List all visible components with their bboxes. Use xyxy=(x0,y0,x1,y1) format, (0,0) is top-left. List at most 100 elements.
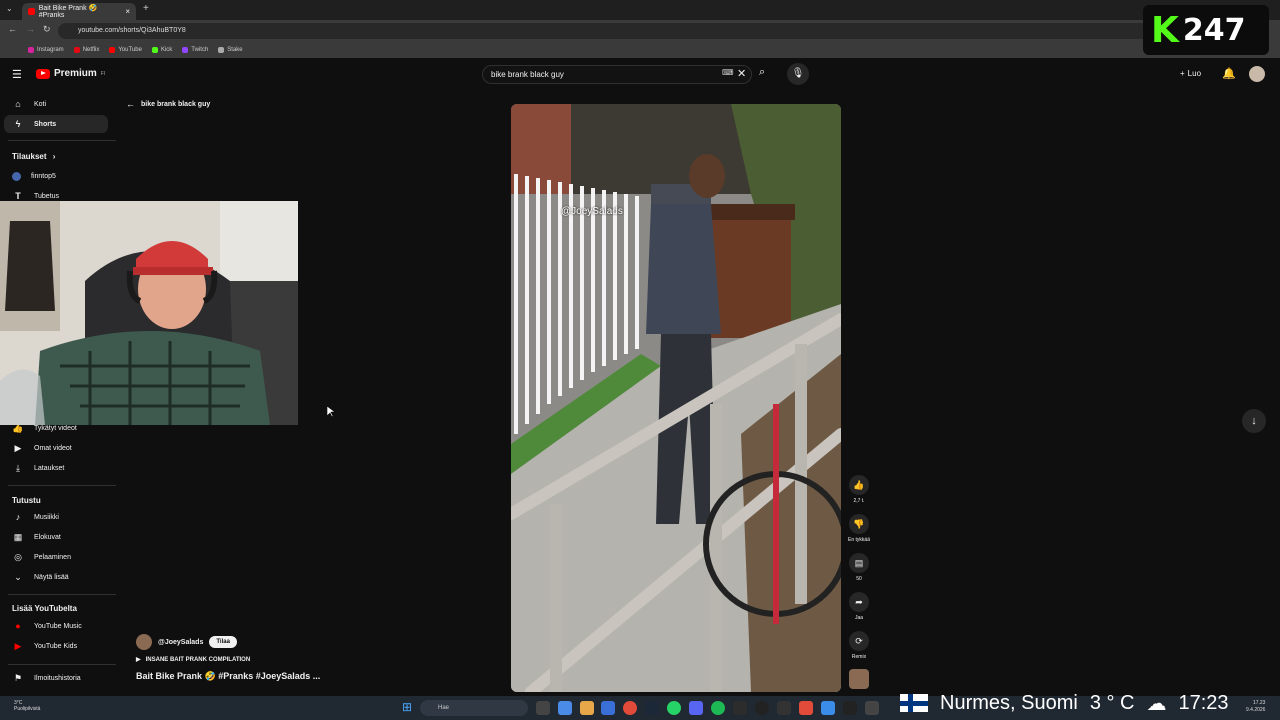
channel-avatar[interactable] xyxy=(136,634,152,650)
obs-icon[interactable] xyxy=(755,701,769,715)
search-input[interactable]: bike brank black guy xyxy=(482,65,752,84)
taskbar-search[interactable]: Hae xyxy=(420,700,528,716)
location-text: Nurmes, Suomi xyxy=(940,691,1078,714)
sidebar-item-show-more[interactable]: ⌄ Näytä lisää xyxy=(4,568,108,586)
app-icon-2[interactable] xyxy=(777,701,791,715)
microphone-icon[interactable]: 🎙 xyxy=(787,63,809,85)
youtube-favicon-icon xyxy=(28,8,35,15)
gamepad-icon: ◎ xyxy=(14,551,22,562)
video-watermark: @JoeySalads xyxy=(561,206,623,217)
sidebar-item-label: Tubetus xyxy=(34,192,60,200)
sidebar-item-your-videos[interactable]: ▶ Omat videot xyxy=(4,439,108,457)
share-button[interactable]: ➦ Jaa xyxy=(844,592,874,621)
sidebar-item-movies[interactable]: ▦ Elokuvat xyxy=(4,528,108,546)
clear-search-icon[interactable]: ✕ xyxy=(737,67,746,80)
bookmark-kick[interactable]: Kick xyxy=(151,47,172,53)
x-icon[interactable] xyxy=(843,701,857,715)
subscribe-button[interactable]: Tilaa xyxy=(209,636,237,648)
playlist-link[interactable]: ▶ INSANE BAIT PRANK COMPILATION xyxy=(136,656,251,664)
back-to-search-button[interactable]: ← bike brank black guy xyxy=(126,99,210,109)
arrow-down-icon: ↓ xyxy=(1251,415,1257,427)
video-title[interactable]: Bait Bike Prank 🤣 #Pranks #JoeySalads ..… xyxy=(136,671,320,682)
playlist-title: INSANE BAIT PRANK COMPILATION xyxy=(145,656,251,663)
create-button[interactable]: + Luo xyxy=(1180,69,1201,78)
video-icon: ▶ xyxy=(14,442,22,453)
sidebar-item-label: Omat videot xyxy=(34,444,72,452)
bookmark-label: Stake xyxy=(227,47,243,53)
sound-thumbnail[interactable] xyxy=(849,669,869,689)
sidebar-item-label: Pelaaminen xyxy=(34,553,71,561)
copilot-icon[interactable] xyxy=(558,701,572,715)
time-text: 17:23 xyxy=(1178,691,1229,714)
bookmark-twitch[interactable]: Twitch xyxy=(182,47,208,53)
divider xyxy=(8,664,116,665)
back-label: bike brank black guy xyxy=(141,100,211,108)
tab-search-icon[interactable]: ⌄ xyxy=(6,4,13,13)
sidebar-item-finntop5[interactable]: finntop5 xyxy=(4,167,108,185)
browser-tab-bar: ⌄ Bait Bike Prank 🤣 #Pranks × + – xyxy=(0,0,1280,20)
more-from-youtube-heading: Lisää YouTubelta xyxy=(12,604,77,613)
like-icon: 👍 xyxy=(849,475,869,495)
app-icon-3[interactable] xyxy=(799,701,813,715)
sidebar-item-label: Shorts xyxy=(34,120,57,128)
chrome-icon[interactable] xyxy=(623,701,637,715)
menu-icon[interactable]: ☰ xyxy=(12,68,22,81)
discord-icon[interactable] xyxy=(689,701,703,715)
taskbar-weather-widget[interactable]: 3°C Puolipilvistä xyxy=(14,700,40,712)
subscriptions-heading[interactable]: Tilaukset › xyxy=(12,152,55,161)
sidebar-item-shorts[interactable]: ϟ Shorts xyxy=(4,115,108,133)
taskbar-search-placeholder: Hae xyxy=(438,705,450,711)
whatsapp-icon[interactable] xyxy=(667,701,681,715)
windows-start-icon[interactable]: ⊞ xyxy=(402,701,414,713)
sidebar-item-downloads[interactable]: ⤓ Lataukset xyxy=(4,459,108,477)
shorts-video-player[interactable]: @JoeySalads xyxy=(511,104,841,692)
youtube-logo[interactable]: Premium FI xyxy=(36,68,105,79)
logo-text: Premium xyxy=(54,68,97,79)
bookmark-label: Instagram xyxy=(37,47,64,53)
remix-button[interactable]: ⟳ Remix xyxy=(844,631,874,660)
channel-name[interactable]: @JoeySalads xyxy=(158,639,203,646)
bookmark-netflix[interactable]: Netflix xyxy=(73,47,99,53)
search-icon[interactable]: ⌕ xyxy=(759,66,765,79)
comment-count: 50 xyxy=(856,576,862,582)
avatar[interactable] xyxy=(1249,66,1265,82)
dislike-icon: 👎 xyxy=(849,514,869,534)
new-tab-icon[interactable]: + xyxy=(143,3,149,14)
sidebar-item-label: Tykätyt videot xyxy=(34,424,77,432)
next-video-button[interactable]: ↓ xyxy=(1242,409,1266,433)
bookmark-stake[interactable]: Stake xyxy=(218,47,243,53)
file-explorer-icon[interactable] xyxy=(580,701,594,715)
app-icon-4[interactable] xyxy=(821,701,835,715)
bookmark-instagram[interactable]: Instagram xyxy=(28,47,64,53)
bookmarks-bar: Instagram Netflix YouTube Kick Twitch St… xyxy=(0,42,1280,58)
finland-flag-icon xyxy=(900,694,928,712)
url-field[interactable]: youtube.com/shorts/Qi3AhuBT0Y8 xyxy=(58,23,1158,39)
location-weather-overlay: Nurmes, Suomi 3 ° C ☁ 17:23 xyxy=(900,688,1260,718)
sidebar-item-youtube-music[interactable]: ● YouTube Music xyxy=(4,617,108,635)
keyboard-icon[interactable]: ⌨ xyxy=(722,68,734,77)
app-icon[interactable] xyxy=(733,701,747,715)
sidebar-item-gaming[interactable]: ◎ Pelaaminen xyxy=(4,548,108,566)
sidebar-item-report-history[interactable]: ⚑ Ilmoitushistoria xyxy=(4,669,108,687)
sidebar-item-home[interactable]: ⌂ Koti xyxy=(4,95,108,113)
task-view-icon[interactable] xyxy=(536,701,550,715)
mail-icon[interactable] xyxy=(601,701,615,715)
close-tab-icon[interactable]: × xyxy=(125,7,130,16)
forward-icon[interactable]: → xyxy=(26,24,35,34)
bookmark-youtube[interactable]: YouTube xyxy=(109,47,142,53)
back-icon[interactable]: ← xyxy=(8,24,17,34)
sidebar-item-music[interactable]: ♪ Musiikki xyxy=(4,508,108,526)
dislike-button[interactable]: 👎 En tykkää xyxy=(844,514,874,543)
comments-button[interactable]: ▤ 50 xyxy=(844,553,874,582)
sidebar-item-youtube-kids[interactable]: ▶ YouTube Kids xyxy=(4,637,108,655)
address-bar: ← → ↻ youtube.com/shorts/Qi3AhuBT0Y8 xyxy=(0,20,1280,42)
spotify-icon[interactable] xyxy=(711,701,725,715)
browser-tab[interactable]: Bait Bike Prank 🤣 #Pranks × xyxy=(22,3,136,20)
notifications-bell-icon[interactable]: 🔔 xyxy=(1222,67,1236,80)
reload-icon[interactable]: ↻ xyxy=(43,24,51,35)
explore-heading: Tutustu xyxy=(12,496,41,505)
steam-icon[interactable] xyxy=(645,701,659,715)
app-icon-5[interactable] xyxy=(865,701,879,715)
channel-row: @JoeySalads Tilaa xyxy=(136,634,237,650)
like-button[interactable]: 👍 2,7 t. xyxy=(844,475,874,504)
